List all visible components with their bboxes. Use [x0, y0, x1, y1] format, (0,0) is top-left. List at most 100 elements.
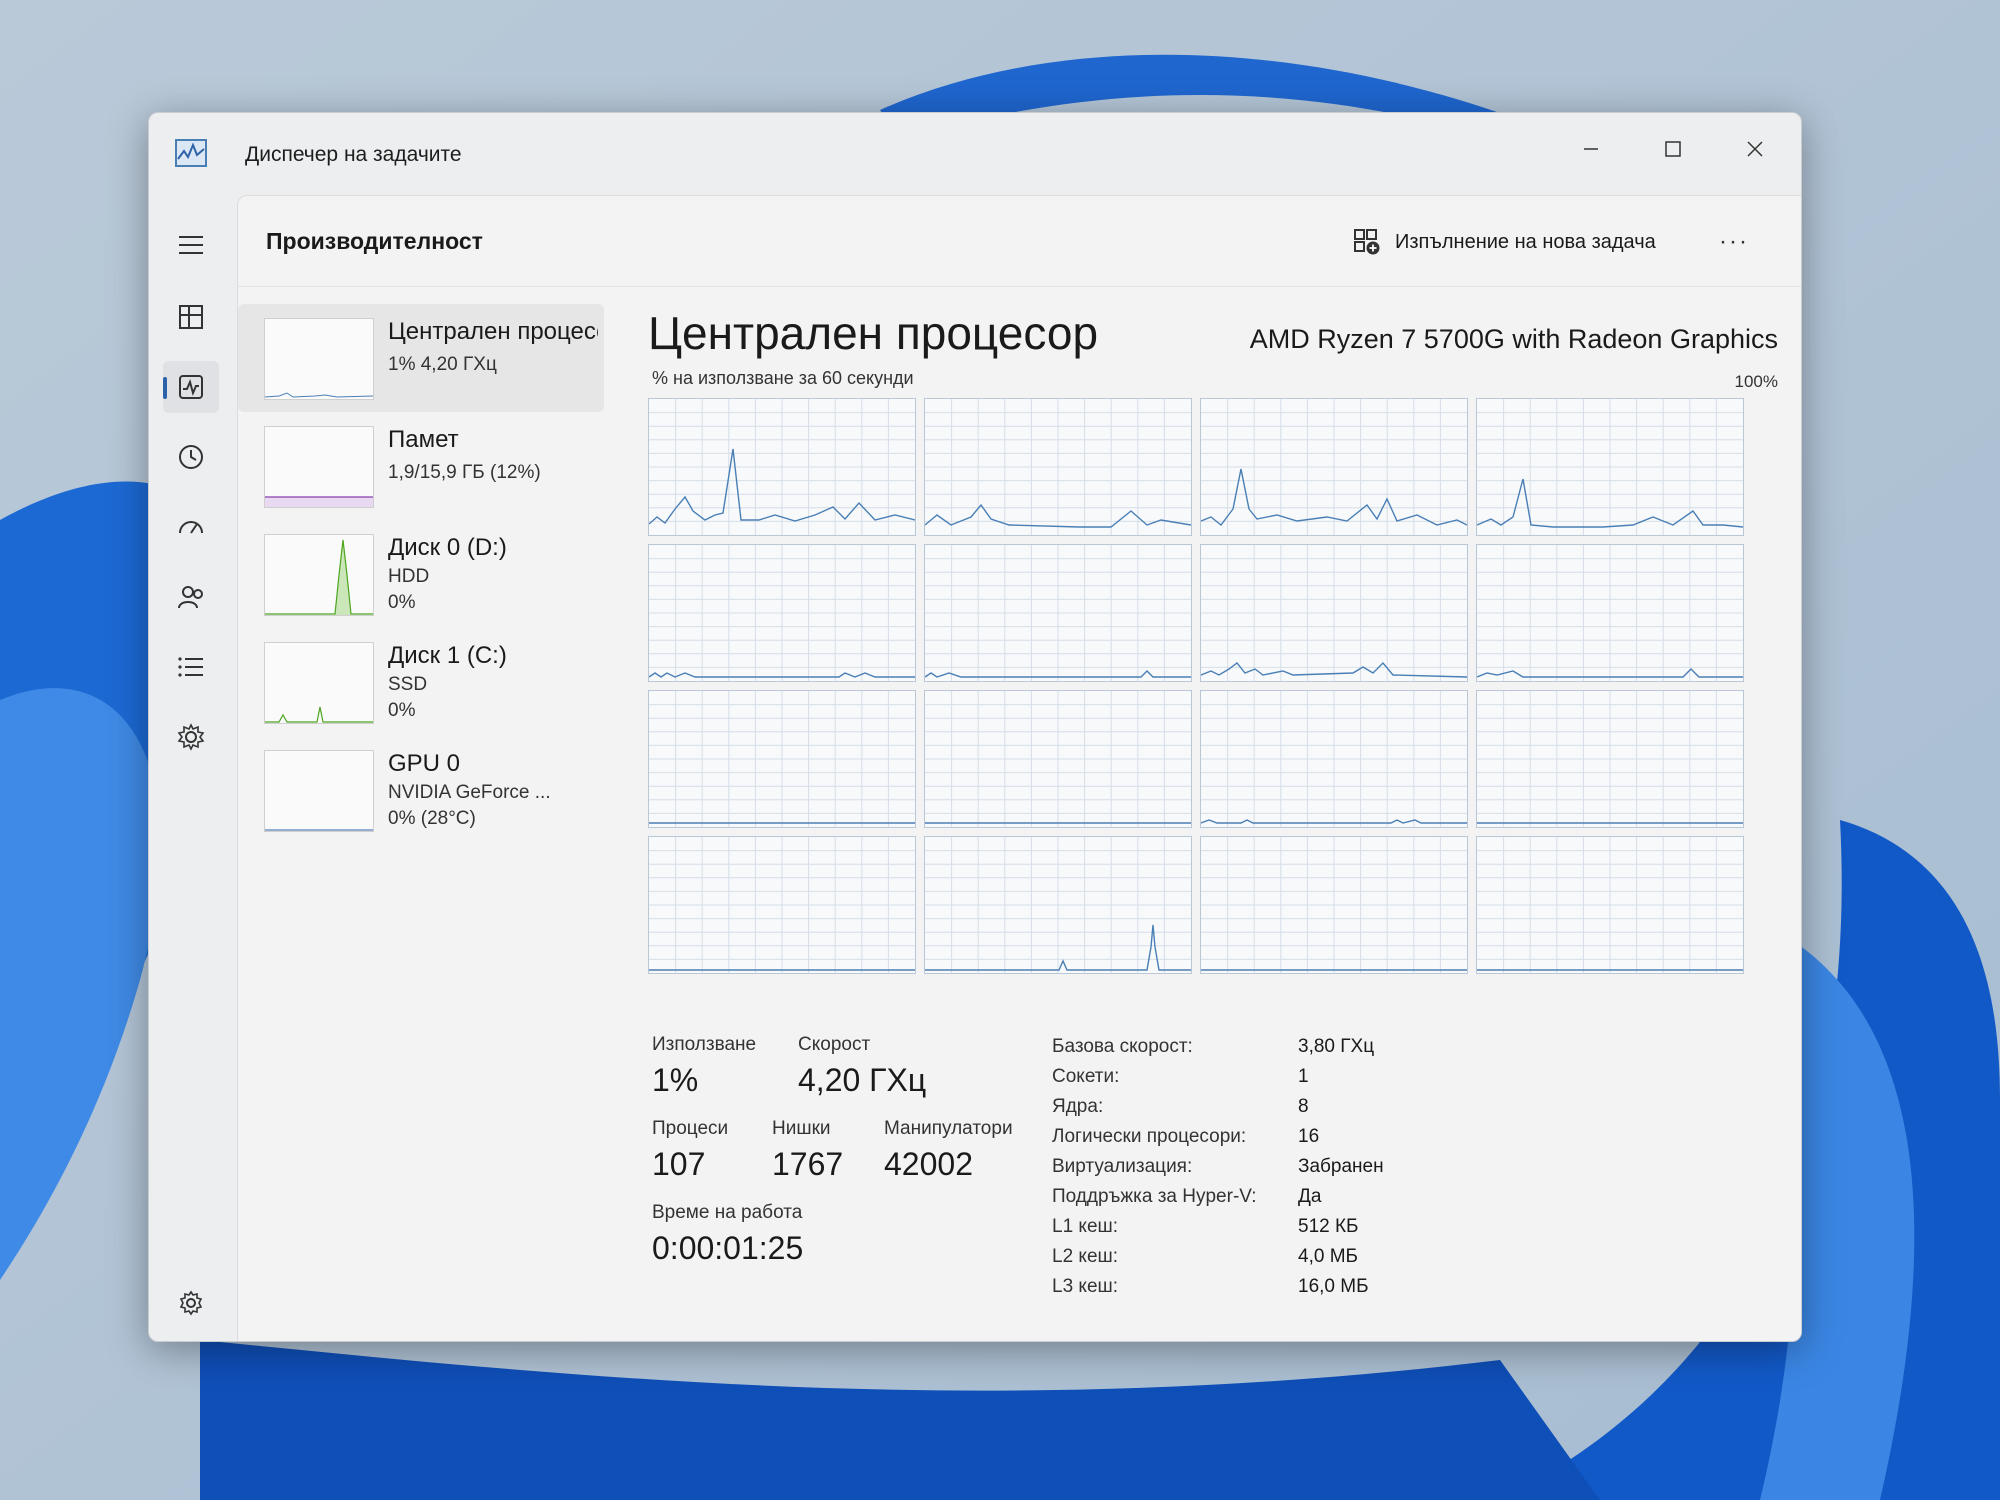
nav-startup-apps[interactable] — [163, 501, 219, 553]
gpu-thumbnail-graph — [264, 750, 374, 832]
spec-label: Сокети: — [1052, 1066, 1120, 1087]
core-graph-9 — [648, 690, 916, 828]
perf-item-detail: 0% (28°C) — [388, 808, 476, 829]
perf-item-name: Диск 1 (C:) — [388, 642, 507, 669]
perf-item-detail: 0% — [388, 592, 416, 613]
spec-label: L2 кеш: — [1052, 1246, 1119, 1267]
spec-value: 1 — [1298, 1066, 1309, 1087]
hamburger-menu-icon — [179, 236, 203, 254]
spec-value: 16,0 МБ — [1298, 1276, 1369, 1297]
spec-label: Логически процесори: — [1052, 1126, 1247, 1147]
run-new-task-label: Изпълнение на нова задача — [1395, 230, 1656, 253]
task-manager-window: Диспечер на задачите Производителност Из… — [148, 112, 1802, 1342]
perf-item-name: GPU 0 — [388, 750, 461, 777]
core-graph-10 — [924, 690, 1192, 828]
maximize-icon — [1665, 141, 1681, 157]
core-graph-7 — [1200, 544, 1468, 682]
minimize-icon — [1584, 148, 1598, 150]
core-graph-3 — [1200, 398, 1468, 536]
nav-settings[interactable] — [163, 1277, 219, 1329]
core-graph-13 — [648, 836, 916, 974]
perf-item-detail: 1% 4,20 ГХц — [388, 354, 497, 375]
processes-icon — [179, 305, 203, 329]
core-graph-11 — [1200, 690, 1468, 828]
perf-item-name: Диск 0 (D:) — [388, 534, 507, 561]
details-icon — [178, 657, 203, 677]
spec-value: 4,0 МБ — [1298, 1246, 1358, 1267]
graph-caption: % на използване за 60 секунди — [652, 368, 914, 388]
cpu-model: AMD Ryzen 7 5700G with Radeon Graphics — [1249, 324, 1778, 354]
spec-value: 8 — [1298, 1096, 1309, 1117]
handles-label: Манипулатори — [884, 1118, 1013, 1139]
perf-item-name: Централен процесор — [388, 318, 598, 345]
perf-item-disk-0[interactable]: Диск 0 (D:) HDD 0% — [238, 520, 604, 628]
hamburger-menu-button[interactable] — [163, 219, 219, 271]
perf-item-gpu-0[interactable]: GPU 0 NVIDIA GeForce ... 0% (28°C) — [238, 736, 604, 844]
close-icon — [1747, 141, 1763, 157]
page-title: Производителност — [266, 228, 483, 254]
nav-rail — [149, 195, 237, 1341]
perf-item-type: NVIDIA GeForce ... — [388, 782, 551, 803]
graph-max-label: 100% — [1734, 372, 1778, 391]
run-new-task-icon — [1354, 229, 1380, 255]
spec-label: Поддръжка за Hyper-V: — [1052, 1186, 1257, 1207]
spec-label: Базова скорост: — [1052, 1036, 1193, 1057]
users-icon — [178, 586, 203, 609]
perf-item-cpu[interactable]: Централен процесор 1% 4,20 ГХц — [238, 304, 604, 412]
cpu-title: Централен процесор — [648, 307, 1099, 359]
speed-label: Скорост — [798, 1034, 871, 1055]
spec-label: Виртуализация: — [1052, 1156, 1193, 1177]
perf-item-memory[interactable]: Памет 1,9/15,9 ГБ (12%) — [238, 412, 604, 520]
nav-users[interactable] — [163, 571, 219, 623]
speed-value: 4,20 ГХц — [798, 1062, 927, 1098]
core-graph-15 — [1200, 836, 1468, 974]
disk1-thumbnail-graph — [264, 642, 374, 724]
minimize-button[interactable] — [1561, 123, 1621, 175]
spec-label: L3 кеш: — [1052, 1276, 1119, 1297]
app-history-icon — [179, 445, 203, 469]
run-new-task-button[interactable]: Изпълнение на нова задача — [1353, 224, 1656, 260]
services-icon — [177, 723, 205, 751]
uptime-value: 0:00:01:25 — [652, 1230, 804, 1266]
usage-label: Използване — [652, 1034, 757, 1055]
nav-services[interactable] — [163, 711, 219, 763]
spec-label: L1 кеш: — [1052, 1216, 1119, 1237]
core-graph-12 — [1476, 690, 1744, 828]
main-content: Производителност Изпълнение на нова зада… — [237, 195, 1801, 1341]
disk0-thumbnail-graph — [264, 534, 374, 616]
perf-item-type: SSD — [388, 674, 428, 695]
core-graph-1 — [648, 398, 916, 536]
perf-item-detail: 1,9/15,9 ГБ (12%) — [388, 462, 541, 483]
memory-thumbnail-graph — [264, 426, 374, 508]
title-bar: Диспечер на задачите — [149, 113, 1801, 195]
perf-item-name: Памет — [388, 426, 459, 453]
perf-item-disk-1[interactable]: Диск 1 (C:) SSD 0% — [238, 628, 604, 736]
close-button[interactable] — [1725, 123, 1785, 175]
usage-value: 1% — [652, 1062, 699, 1098]
spec-value: 3,80 ГХц — [1298, 1036, 1375, 1057]
nav-processes[interactable] — [163, 291, 219, 343]
core-graph-8 — [1476, 544, 1744, 682]
maximize-button[interactable] — [1643, 123, 1703, 175]
processes-value: 107 — [652, 1146, 706, 1182]
threads-value: 1767 — [772, 1146, 844, 1182]
more-options-button[interactable]: ··· — [1712, 222, 1756, 262]
core-graph-16 — [1476, 836, 1744, 974]
nav-performance[interactable] — [163, 361, 219, 413]
core-graph-14 — [924, 836, 1192, 974]
spec-value: 512 КБ — [1298, 1216, 1359, 1237]
processes-label: Процеси — [652, 1118, 729, 1139]
settings-icon — [179, 1290, 203, 1316]
app-title: Диспечер на задачите — [245, 143, 462, 166]
threads-label: Нишки — [772, 1118, 831, 1139]
performance-icon — [179, 375, 203, 399]
perf-item-detail: 0% — [388, 700, 416, 721]
nav-app-history[interactable] — [163, 431, 219, 483]
cpu-thumbnail-graph — [264, 318, 374, 400]
uptime-label: Време на работа — [652, 1202, 803, 1223]
task-manager-app-icon — [175, 139, 207, 167]
handles-value: 42002 — [884, 1146, 973, 1182]
core-graph-6 — [924, 544, 1192, 682]
perf-item-type: HDD — [388, 566, 430, 587]
nav-details[interactable] — [163, 641, 219, 693]
